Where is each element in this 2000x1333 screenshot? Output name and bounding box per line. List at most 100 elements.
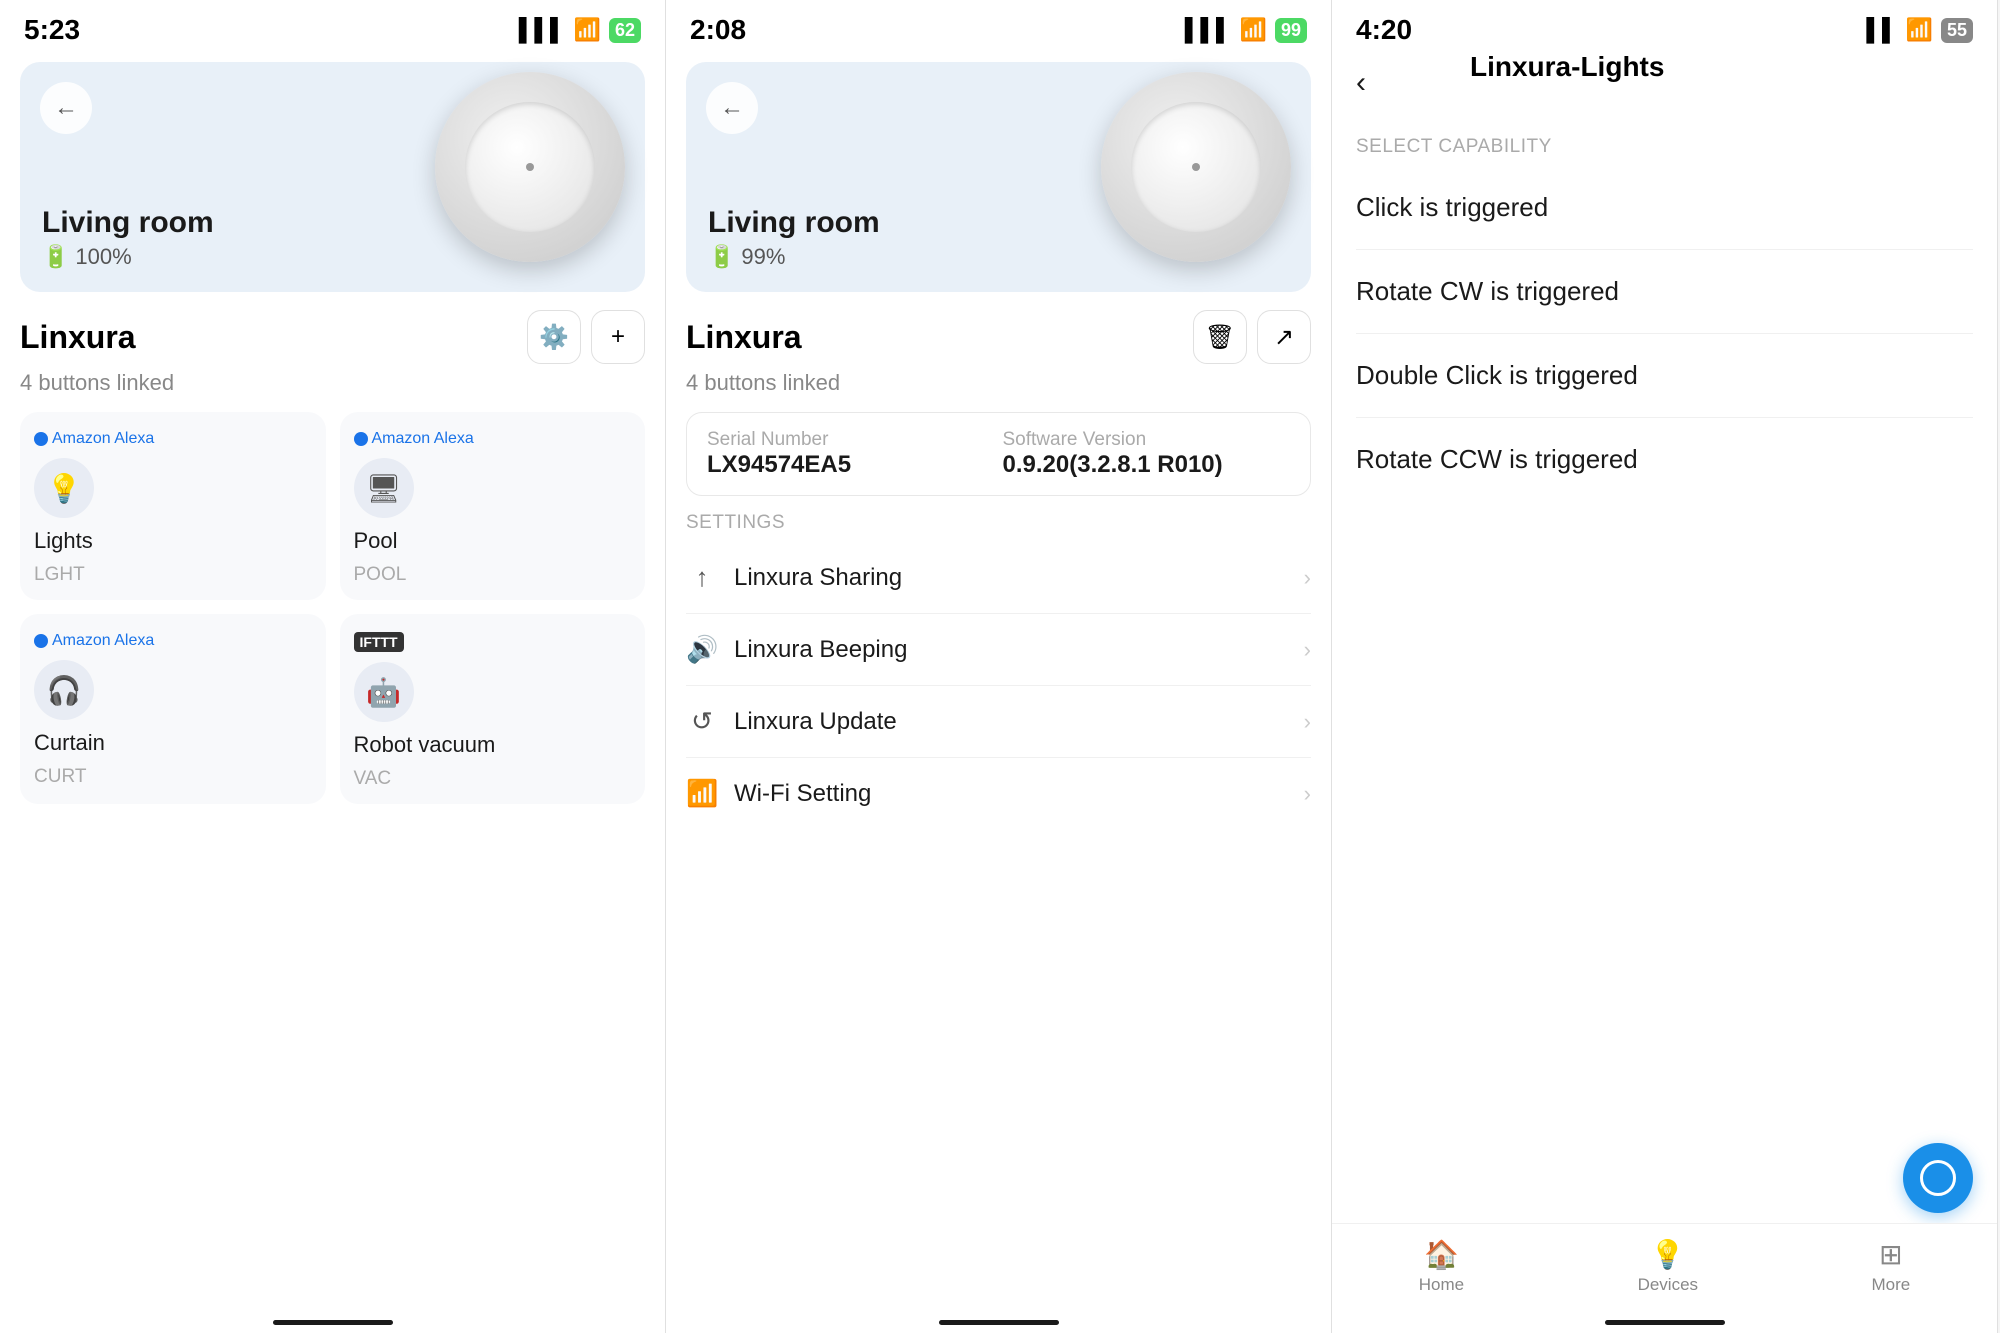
battery-icon-1: 🔋 xyxy=(42,244,69,270)
status-icons-1: ▌▌▌ 📶 62 xyxy=(519,17,641,43)
device-circle-1 xyxy=(435,72,625,262)
nav-more[interactable]: ⊞ More xyxy=(1872,1238,1911,1295)
chevron-sharing: › xyxy=(1304,565,1311,591)
add-button-1[interactable]: + xyxy=(591,310,645,364)
button-card-curtain[interactable]: Amazon Alexa 🎧 Curtain CURT xyxy=(20,614,326,804)
back-button-1[interactable]: ← xyxy=(40,82,92,134)
settings-section-label: SETTINGS xyxy=(666,506,1331,542)
hero-text-2: Living room 🔋 99% xyxy=(708,206,880,270)
chevron-beeping: › xyxy=(1304,637,1311,663)
nav-home[interactable]: 🏠 Home xyxy=(1419,1238,1464,1295)
home-indicator-3 xyxy=(1605,1320,1725,1325)
sharing-icon: ↑ xyxy=(686,562,718,593)
settings-item-update[interactable]: ↺ Linxura Update › xyxy=(686,686,1311,758)
device-name-1: Linxura xyxy=(20,319,136,356)
device-subtitle-1: 4 buttons linked xyxy=(0,370,665,412)
phone-screen-1: 5:23 ▌▌▌ 📶 62 ← Living room 🔋 100% Linxu… xyxy=(0,0,666,1333)
home-indicator-1 xyxy=(273,1320,393,1325)
share-button-2[interactable]: ↗ xyxy=(1257,310,1311,364)
fab-inner-icon xyxy=(1920,1160,1956,1196)
device-name-2: Linxura xyxy=(686,319,802,356)
settings-item-beeping[interactable]: 🔊 Linxura Beeping › xyxy=(686,614,1311,686)
update-icon: ↺ xyxy=(686,706,718,737)
device-actions-2: 🗑 ↗ xyxy=(1193,310,1311,364)
time-3: 4:20 xyxy=(1356,14,1412,46)
wifi-icon-3: 📶 xyxy=(1906,17,1933,43)
curtain-badge: Amazon Alexa xyxy=(34,632,154,650)
buttons-grid-1: Amazon Alexa 💡 Lights LGHT Amazon Alexa … xyxy=(0,412,665,804)
capability-double-click[interactable]: Double Click is triggered xyxy=(1356,334,1973,418)
home-nav-icon: 🏠 xyxy=(1424,1238,1459,1271)
chevron-wifi: › xyxy=(1304,781,1311,807)
status-bar-2: 2:08 ▌▌▌ 📶 99 xyxy=(666,0,1331,52)
button-card-vacuum[interactable]: IFTTT 🤖 Robot vacuum VAC xyxy=(340,614,646,804)
device-title-row-1: Linxura ⚙️ + xyxy=(0,310,665,370)
vacuum-icon: 🤖 xyxy=(354,662,414,722)
bottom-nav-3: 🏠 Home 💡 Devices ⊞ More xyxy=(1332,1223,1997,1333)
alexa-dot-pool xyxy=(354,432,368,446)
status-bar-1: 5:23 ▌▌▌ 📶 62 xyxy=(0,0,665,52)
room-name-1: Living room xyxy=(42,206,214,240)
capability-rotate-ccw[interactable]: Rotate CCW is triggered xyxy=(1356,418,1973,501)
capability-section-label: SELECT CAPABILITY xyxy=(1332,120,1997,166)
home-indicator-2 xyxy=(939,1320,1059,1325)
device-actions-1: ⚙️ + xyxy=(527,310,645,364)
settings-item-sharing[interactable]: ↑ Linxura Sharing › xyxy=(686,542,1311,614)
back-button-3[interactable]: ‹ xyxy=(1332,62,1390,104)
battery-badge-3: 55 xyxy=(1941,18,1973,43)
hero-card-2: ← Living room 🔋 99% xyxy=(686,62,1311,292)
pool-badge: Amazon Alexa xyxy=(354,430,474,448)
button-card-pool[interactable]: Amazon Alexa 🖥 Pool POOL xyxy=(340,412,646,600)
lights-icon: 💡 xyxy=(34,458,94,518)
signal-icon-2: ▌▌▌ xyxy=(1185,17,1232,43)
battery-level-2: 🔋 99% xyxy=(708,244,880,270)
serial-info-card: Serial Number LX94574EA5 Software Versio… xyxy=(686,412,1311,496)
curtain-label: Curtain xyxy=(34,730,105,756)
phone-screen-3: 4:20 ▌▌ 📶 55 ‹ Linxura-Lights SELECT CAP… xyxy=(1332,0,1998,1333)
capability-list: Click is triggered Rotate CW is triggere… xyxy=(1332,166,1997,501)
capability-rotate-cw[interactable]: Rotate CW is triggered xyxy=(1356,250,1973,334)
lights-label: Lights xyxy=(34,528,93,554)
settings-button-1[interactable]: ⚙️ xyxy=(527,310,581,364)
vacuum-label: Robot vacuum xyxy=(354,732,496,758)
wifi-setting-icon: 📶 xyxy=(686,778,718,809)
page-title-3: Linxura-Lights xyxy=(1390,51,1744,83)
delete-button-2[interactable]: 🗑 xyxy=(1193,310,1247,364)
battery-icon-2: 🔋 xyxy=(708,244,735,270)
more-nav-label: More xyxy=(1872,1275,1911,1295)
alexa-dot-curtain xyxy=(34,634,48,648)
button-card-lights[interactable]: Amazon Alexa 💡 Lights LGHT xyxy=(20,412,326,600)
lights-code: LGHT xyxy=(34,564,85,586)
battery-badge-2: 99 xyxy=(1275,18,1307,43)
home-nav-label: Home xyxy=(1419,1275,1464,1295)
status-icons-3: ▌▌ 📶 55 xyxy=(1866,17,1973,43)
device-subtitle-2: 4 buttons linked xyxy=(666,370,1331,412)
vacuum-badge: IFTTT xyxy=(354,632,404,652)
time-2: 2:08 xyxy=(690,14,746,46)
curtain-icon: 🎧 xyxy=(34,660,94,720)
wifi-icon-1: 📶 xyxy=(574,17,601,43)
status-bar-3: 4:20 ▌▌ 📶 55 xyxy=(1332,0,1997,52)
beeping-icon: 🔊 xyxy=(686,634,718,665)
more-nav-icon: ⊞ xyxy=(1879,1238,1902,1271)
nav-devices[interactable]: 💡 Devices xyxy=(1638,1238,1698,1295)
header-3: ‹ Linxura-Lights xyxy=(1332,52,1997,120)
devices-nav-icon: 💡 xyxy=(1650,1238,1685,1271)
curtain-code: CURT xyxy=(34,766,86,788)
alexa-dot-lights xyxy=(34,432,48,446)
fab-button[interactable] xyxy=(1903,1143,1973,1213)
battery-level-1: 🔋 100% xyxy=(42,244,214,270)
settings-item-wifi[interactable]: 📶 Wi-Fi Setting › xyxy=(686,758,1311,829)
signal-icon-3: ▌▌ xyxy=(1866,17,1897,43)
settings-list: ↑ Linxura Sharing › 🔊 Linxura Beeping › … xyxy=(666,542,1331,829)
pool-code: POOL xyxy=(354,564,407,586)
back-button-2[interactable]: ← xyxy=(706,82,758,134)
status-icons-2: ▌▌▌ 📶 99 xyxy=(1185,17,1307,43)
vacuum-code: VAC xyxy=(354,768,392,790)
signal-icon-1: ▌▌▌ xyxy=(519,17,566,43)
device-title-row-2: Linxura 🗑 ↗ xyxy=(666,310,1331,370)
pool-icon: 🖥 xyxy=(354,458,414,518)
time-1: 5:23 xyxy=(24,14,80,46)
hero-card-1: ← Living room 🔋 100% xyxy=(20,62,645,292)
capability-click[interactable]: Click is triggered xyxy=(1356,166,1973,250)
